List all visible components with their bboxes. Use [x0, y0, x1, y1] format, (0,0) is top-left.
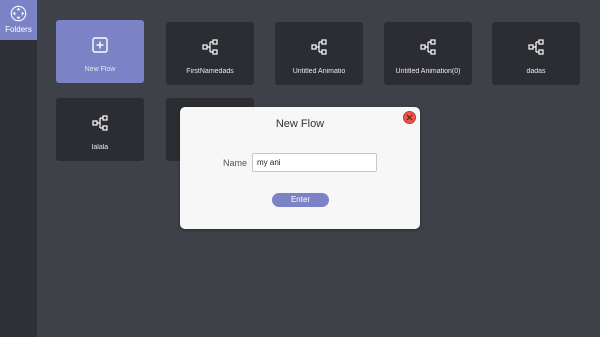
tile-label: dadas: [526, 68, 546, 75]
new-flow-dialog: New Flow Name Enter: [180, 107, 420, 229]
tile-label: Untitled Animatio: [292, 68, 346, 75]
flow-tile[interactable]: Untitled Animatio: [275, 22, 363, 85]
flow-icon: [202, 39, 218, 55]
sidebar-folders-label: Folders: [5, 25, 32, 34]
close-button[interactable]: [403, 111, 416, 124]
name-label: Name: [223, 158, 248, 168]
flow-icon: [420, 39, 436, 55]
flow-tile[interactable]: FirstNamedads: [166, 22, 254, 85]
name-input[interactable]: [252, 153, 377, 172]
flow-icon: [528, 39, 544, 55]
tile-label: New Flow: [84, 66, 116, 73]
app-window: Folders New Flow FirstNamedads Untitled …: [0, 0, 600, 337]
tile-label: lalala: [91, 144, 109, 151]
flow-tile[interactable]: lalala: [56, 98, 144, 161]
flow-icon: [311, 39, 327, 55]
flow-tile[interactable]: Untitled Animation(0): [384, 22, 472, 85]
close-icon: [406, 114, 413, 121]
tile-label: Untitled Animation(0): [395, 68, 461, 75]
enter-button[interactable]: Enter: [272, 193, 329, 207]
sidebar: Folders: [0, 0, 37, 337]
plus-square-icon: [92, 37, 108, 53]
flow-icon: [92, 115, 108, 131]
folders-logo-icon: [10, 5, 27, 22]
flow-tile[interactable]: dadas: [492, 22, 580, 85]
dialog-title: New Flow: [275, 118, 325, 130]
new-flow-tile[interactable]: New Flow: [56, 20, 144, 83]
tile-label: FirstNamedads: [186, 68, 234, 75]
sidebar-folders-button[interactable]: Folders: [0, 0, 37, 40]
